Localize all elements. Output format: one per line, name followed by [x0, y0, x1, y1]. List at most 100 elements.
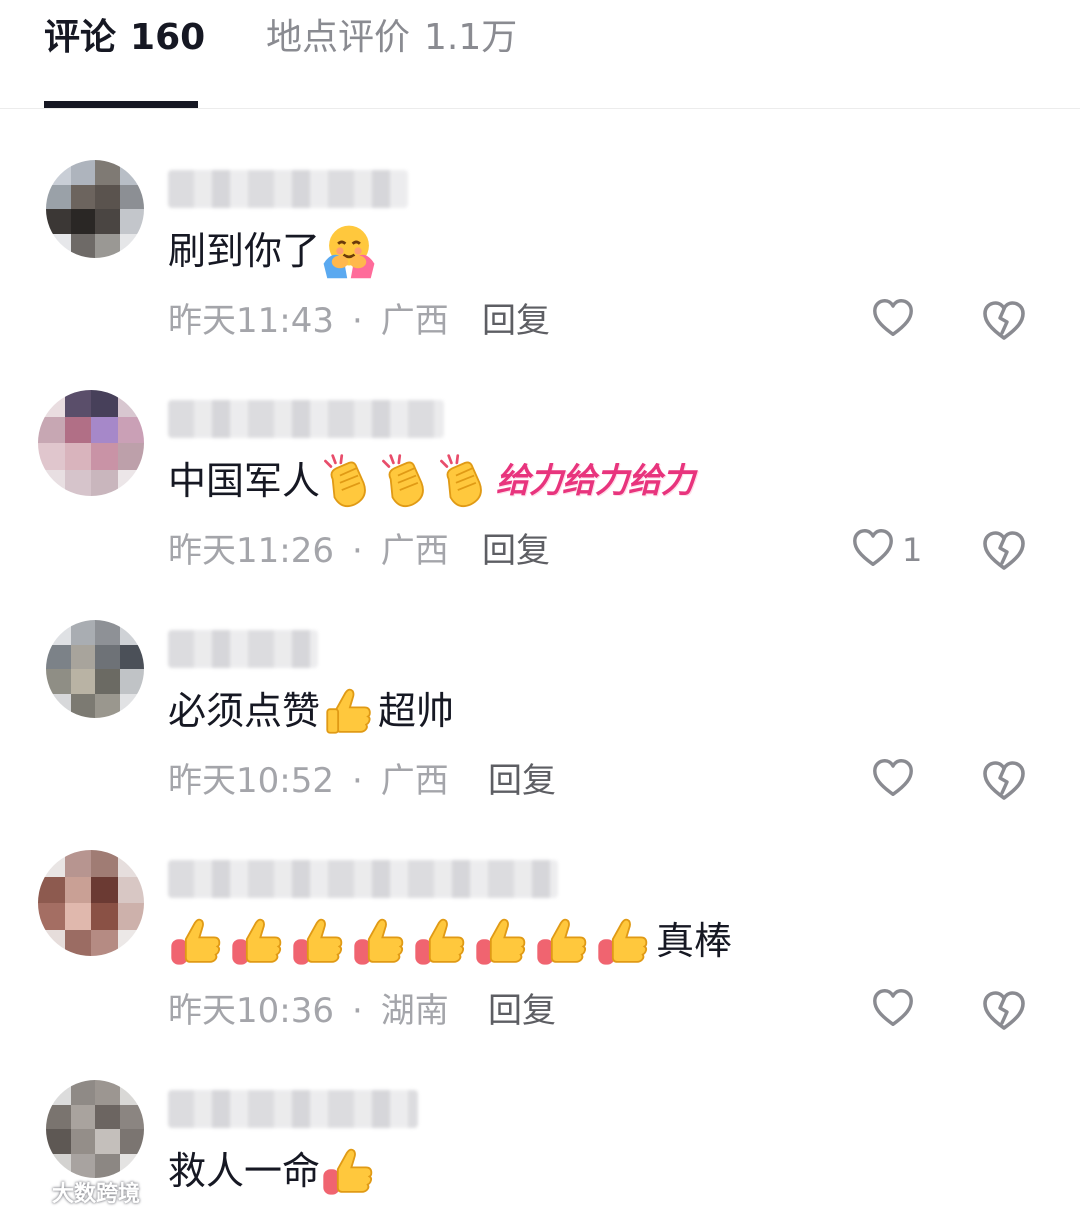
like-button[interactable]: 1: [850, 525, 922, 575]
avatar-pixel: [38, 390, 65, 417]
avatar-pixel: [91, 850, 118, 877]
comment-text-content: 真棒: [656, 919, 733, 963]
avatar-pixel: [70, 644, 95, 669]
comment-text: 救人一命: [168, 1142, 381, 1200]
avatar-pixel: [38, 469, 65, 496]
avatar-pixel: [38, 876, 65, 903]
like-count: 1: [902, 531, 923, 569]
heart-icon: [850, 525, 896, 575]
dislike-button[interactable]: [980, 527, 1028, 575]
avatar-pixel: [95, 160, 120, 185]
tab-place-reviews[interactable]: 地点评价 1.1万: [266, 14, 517, 62]
avatar-pixel: [91, 443, 118, 470]
avatar[interactable]: [46, 620, 144, 718]
thumbs-up-emoji: [320, 682, 378, 740]
thumbs-up-emoji: [320, 1142, 381, 1200]
active-tab-indicator: [44, 101, 198, 108]
avatar-pixel: [64, 850, 91, 877]
avatar-pixel: [117, 390, 144, 417]
meta-separator: ·: [351, 761, 363, 801]
comment-time: 昨天11:43: [168, 301, 334, 341]
tab-comments[interactable]: 评论 160: [44, 14, 205, 62]
avatar[interactable]: [46, 160, 144, 258]
avatar-pixel: [46, 644, 71, 669]
like-button[interactable]: [870, 985, 916, 1035]
avatar-pixel: [95, 1080, 120, 1105]
avatar-pixel: [95, 1153, 120, 1178]
comment-text-suffix: 超帅: [378, 689, 455, 733]
hug-emoji: [320, 222, 378, 280]
tab-comments-label: 评论: [44, 17, 117, 58]
comment-time: 昨天10:36: [168, 991, 334, 1031]
comment-item: 刷到你了 昨天11:43 · 广西 回复: [0, 160, 1080, 390]
avatar[interactable]: [38, 390, 144, 496]
thumbs-up-emoji: [290, 912, 351, 970]
avatar-pixel: [117, 443, 144, 470]
avatar-pixel: [119, 1080, 144, 1105]
comment-time: 昨天10:52: [168, 761, 334, 801]
dislike-button[interactable]: [980, 297, 1028, 345]
thumbs-up-emoji: [412, 912, 473, 970]
avatar-pixel: [70, 209, 95, 234]
comment-tabs: 评论 160 地点评价 1.1万: [0, 0, 1080, 109]
clap-emoji: [436, 452, 494, 510]
avatar-pixel: [119, 1129, 144, 1154]
comment-text-content: 救人一命: [168, 1149, 321, 1193]
heart-icon: [870, 985, 916, 1035]
avatar-pixel: [117, 876, 144, 903]
like-button[interactable]: [870, 295, 916, 345]
reply-button[interactable]: 回复: [482, 300, 550, 342]
username-blurred[interactable]: [168, 170, 408, 208]
tab-place-reviews-count: 1.1万: [424, 17, 518, 58]
avatar[interactable]: [46, 1080, 144, 1178]
username-blurred[interactable]: [168, 400, 444, 438]
avatar-pixel: [64, 469, 91, 496]
comment-item: 救人一命: [0, 1080, 1080, 1213]
username-blurred[interactable]: [168, 860, 558, 898]
avatar-pixel: [64, 929, 91, 956]
thumbs-up-emoji: [534, 912, 595, 970]
avatar-pixel: [95, 209, 120, 234]
avatar-pixel: [91, 929, 118, 956]
broken-heart-icon: [980, 301, 1028, 349]
avatar-pixel: [64, 876, 91, 903]
username-blurred[interactable]: [168, 1090, 418, 1128]
avatar-pixel: [46, 233, 71, 258]
username-blurred[interactable]: [168, 630, 318, 668]
avatar-pixel: [119, 669, 144, 694]
meta-separator: ·: [351, 531, 363, 571]
tab-comments-count: 160: [130, 17, 206, 58]
reply-button[interactable]: 回复: [482, 530, 550, 572]
avatar-pixel: [38, 929, 65, 956]
reply-button[interactable]: 回复: [488, 760, 556, 802]
like-button[interactable]: [870, 755, 916, 805]
comment-location: 广西: [380, 531, 449, 571]
avatar-pixel: [95, 1129, 120, 1154]
dislike-button[interactable]: [980, 757, 1028, 805]
avatar-pixel: [46, 1104, 71, 1129]
dislike-button[interactable]: [980, 987, 1028, 1035]
broken-heart-icon: [980, 761, 1028, 809]
heart-icon: [870, 295, 916, 345]
comment-meta: 昨天10:36 · 湖南: [168, 990, 449, 1032]
reply-button[interactable]: 回复: [488, 990, 556, 1032]
avatar-pixel: [46, 160, 71, 185]
comment-meta: 昨天10:52 · 广西: [168, 760, 449, 802]
avatar-pixel: [46, 209, 71, 234]
broken-heart-icon: [980, 991, 1028, 1039]
avatar-pixel: [70, 669, 95, 694]
avatar-pixel: [64, 416, 91, 443]
avatar-pixel: [91, 876, 118, 903]
avatar[interactable]: [38, 850, 144, 956]
avatar-pixel: [117, 469, 144, 496]
avatar-pixel: [70, 693, 95, 718]
thumbs-up-emoji: [351, 912, 412, 970]
avatar-pixel: [70, 1080, 95, 1105]
comment-text-content: 刷到你了: [168, 229, 321, 273]
comment-text: 中国军人 给力给力给力: [168, 452, 695, 510]
avatar-pixel: [46, 184, 71, 209]
avatar-pixel: [91, 469, 118, 496]
avatar-pixel: [91, 903, 118, 930]
avatar-pixel: [95, 644, 120, 669]
avatar-pixel: [38, 416, 65, 443]
